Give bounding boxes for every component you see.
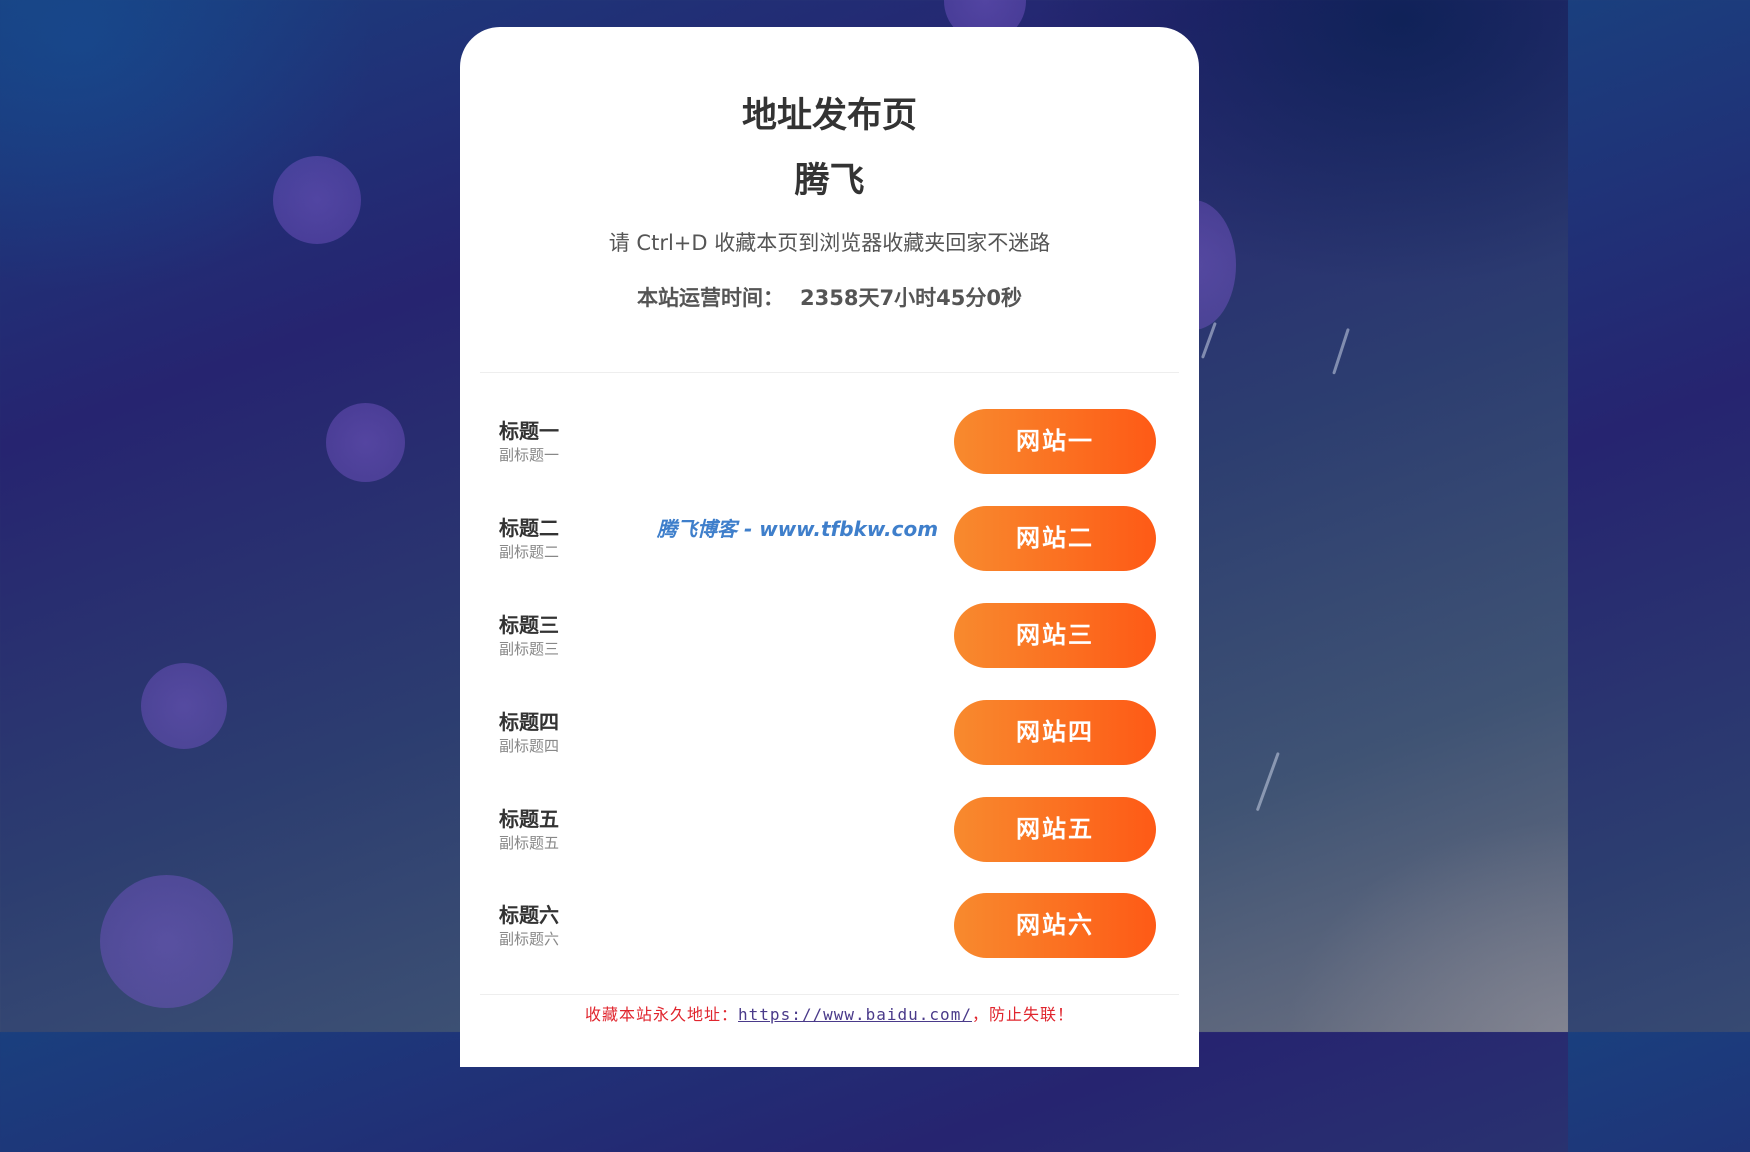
address-card: 地址发布页 腾飞 请 Ctrl+D 收藏本页到浏览器收藏夹回家不迷路 本站运营时… — [460, 27, 1199, 1067]
site-button-2[interactable]: 网站二 — [954, 506, 1156, 571]
background-bubble — [273, 156, 361, 244]
item-title: 标题四 — [499, 710, 559, 734]
list-item: 标题一 副标题一 网站一 — [460, 409, 1199, 475]
item-title: 标题二 — [499, 516, 559, 540]
uptime-label: 本站运营时间： — [637, 286, 785, 310]
site-button-6[interactable]: 网站六 — [954, 893, 1156, 958]
item-subtitle: 副标题三 — [499, 640, 560, 658]
list-item: 标题六 副标题六 网站六 — [460, 893, 1199, 959]
background-bubble — [141, 663, 227, 749]
footer-note: 收藏本站永久地址：https://www.baidu.com/，防止失联！ — [460, 1002, 1199, 1028]
bookmark-tip: 请 Ctrl+D 收藏本页到浏览器收藏夹回家不迷路 — [608, 231, 1051, 255]
item-subtitle: 副标题一 — [499, 446, 560, 464]
uptime: 本站运营时间： 2358天7小时45分0秒 — [460, 283, 1199, 313]
site-button-5[interactable]: 网站五 — [954, 797, 1156, 862]
item-subtitle: 副标题四 — [499, 737, 560, 755]
page-title: 地址发布页 — [741, 96, 917, 136]
item-title: 标题六 — [499, 903, 559, 927]
watermark-text: 腾飞博客 - www.tfbkw.com — [657, 517, 939, 541]
background-bubble — [326, 403, 405, 482]
header-divider — [480, 372, 1179, 373]
permanent-address-link[interactable]: https://www.baidu.com/ — [738, 1005, 972, 1024]
list-item: 标题四 副标题四 网站四 — [460, 700, 1199, 766]
item-subtitle: 副标题五 — [499, 834, 560, 852]
item-title: 标题三 — [499, 613, 559, 637]
site-button-1[interactable]: 网站一 — [954, 409, 1156, 474]
uptime-value: 2358天7小时45分0秒 — [800, 286, 1022, 310]
footer-prefix: 收藏本站永久地址： — [585, 1005, 739, 1024]
site-name: 腾飞 — [794, 161, 865, 201]
footer-suffix: ，防止失联！ — [971, 1005, 1074, 1024]
list-item: 标题五 副标题五 网站五 — [460, 797, 1199, 863]
site-button-4[interactable]: 网站四 — [954, 700, 1156, 765]
item-title: 标题一 — [499, 419, 559, 443]
list-item: 标题三 副标题三 网站三 — [460, 603, 1199, 669]
item-title: 标题五 — [499, 807, 559, 831]
item-subtitle: 副标题六 — [499, 930, 560, 948]
background-bubble — [100, 875, 233, 1008]
footer-divider — [480, 994, 1179, 995]
item-subtitle: 副标题二 — [499, 543, 560, 561]
site-button-3[interactable]: 网站三 — [954, 603, 1156, 668]
